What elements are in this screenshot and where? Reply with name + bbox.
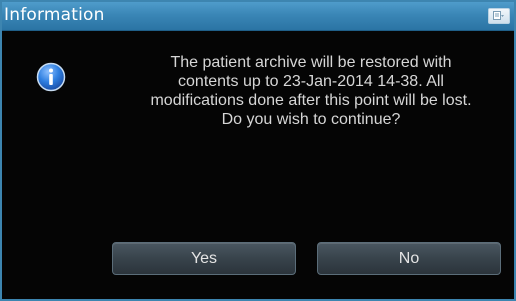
dialog-titlebar[interactable]: Information xyxy=(2,2,514,31)
window-menu-icon[interactable] xyxy=(488,8,510,24)
yes-button[interactable]: Yes xyxy=(112,242,296,275)
dialog-message: The patient archive will be restored wit… xyxy=(150,54,472,128)
no-button[interactable]: No xyxy=(317,242,501,275)
information-dialog: Information The patient archive will be … xyxy=(0,0,516,301)
info-icon xyxy=(36,62,66,92)
dialog-title: Information xyxy=(4,5,105,25)
